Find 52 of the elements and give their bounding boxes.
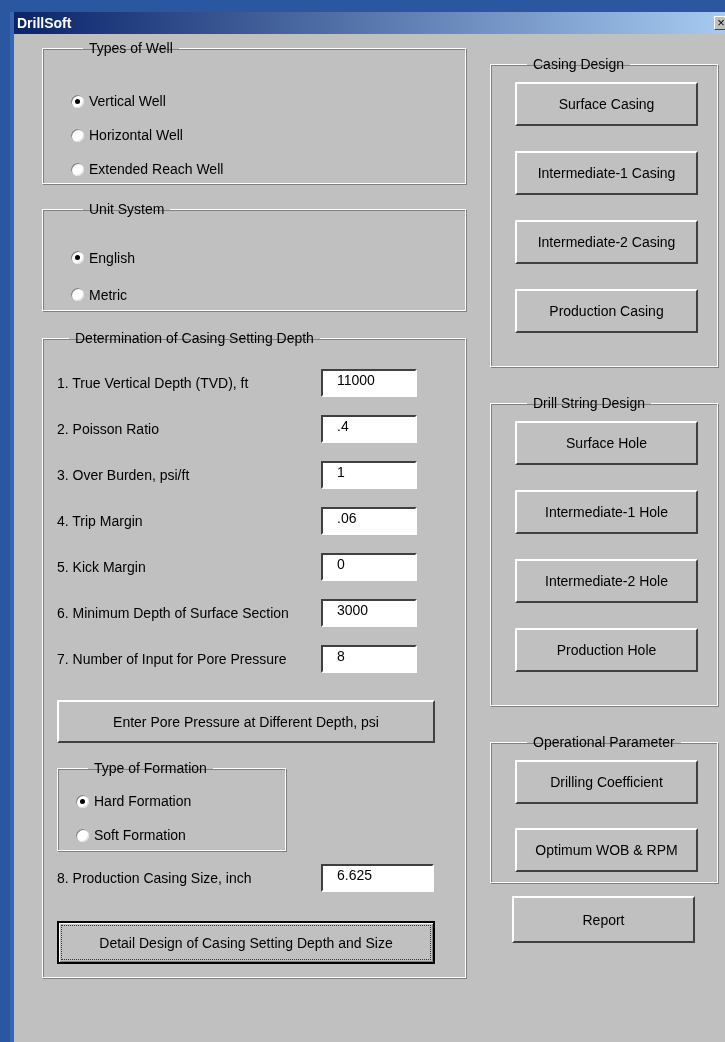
input-field[interactable]: 3000 bbox=[321, 599, 417, 627]
radio-label[interactable]: Vertical Well bbox=[89, 93, 166, 109]
group-title: Type of Formation bbox=[93, 760, 208, 776]
close-button[interactable]: × bbox=[714, 16, 725, 30]
radio-button[interactable] bbox=[76, 794, 89, 808]
radio-label[interactable]: Horizontal Well bbox=[89, 127, 183, 143]
input-field[interactable]: 8 bbox=[321, 645, 417, 673]
radio-label[interactable]: Metric bbox=[89, 286, 128, 303]
radio-button[interactable] bbox=[71, 128, 84, 142]
field-label: 1. True Vertical Depth (TVD), ft bbox=[57, 375, 250, 391]
field-label: 3. Over Burden, psi/ft bbox=[57, 467, 191, 483]
field-label: 8. Production Casing Size, inch bbox=[57, 870, 253, 886]
input-field[interactable]: 0 bbox=[321, 553, 417, 581]
group-title: Unit System bbox=[88, 201, 166, 217]
report-button[interactable]: Report bbox=[512, 896, 695, 943]
field-label: 4. Trip Margin bbox=[57, 513, 144, 529]
button[interactable]: Detail Design of Casing Setting Depth and Size bbox=[57, 921, 435, 964]
radio-label[interactable]: Extended Reach Well bbox=[89, 161, 224, 177]
field-label: 6. Minimum Depth of Surface Section bbox=[57, 605, 290, 621]
button[interactable]: Enter Pore Pressure at Different Depth, psi bbox=[57, 700, 435, 743]
radio-button[interactable] bbox=[71, 162, 84, 176]
button[interactable]: Intermediate-2 Casing bbox=[515, 220, 698, 264]
group-title: Drill String Design bbox=[532, 395, 647, 411]
input-field[interactable]: 1 bbox=[321, 461, 417, 489]
field-label: 7. Number of Input for Pore Pressure bbox=[57, 651, 288, 667]
window-title: DrillSoft bbox=[16, 15, 72, 31]
input-field[interactable]: .06 bbox=[321, 507, 417, 535]
button[interactable]: Intermediate-2 Hole bbox=[515, 559, 698, 603]
button[interactable]: Drilling Coefficient bbox=[515, 760, 698, 804]
button[interactable]: Production Hole bbox=[515, 628, 698, 672]
input-field[interactable]: .4 bbox=[321, 415, 417, 443]
input-field[interactable]: 6.625 bbox=[321, 864, 434, 892]
input-field[interactable]: 11000 bbox=[321, 369, 417, 397]
radio-button[interactable] bbox=[71, 288, 84, 301]
button[interactable]: Optimum WOB & RPM bbox=[515, 828, 698, 872]
radio-label[interactable]: Hard Formation bbox=[94, 793, 192, 809]
button[interactable]: Surface Hole bbox=[515, 421, 698, 465]
group-title: Types of Well bbox=[88, 40, 174, 56]
button[interactable]: Intermediate-1 Casing bbox=[515, 151, 698, 195]
group-title: Determination of Casing Setting Depth bbox=[74, 330, 315, 346]
group-title: Operational Parameter bbox=[532, 734, 676, 750]
field-label: 2. Poisson Ratio bbox=[57, 421, 160, 437]
button[interactable]: Production Casing bbox=[515, 289, 698, 333]
radio-button[interactable] bbox=[76, 828, 89, 842]
button[interactable]: Intermediate-1 Hole bbox=[515, 490, 698, 534]
radio-button[interactable] bbox=[71, 94, 84, 108]
group-title: Casing Design bbox=[532, 56, 626, 72]
button[interactable]: Surface Casing bbox=[515, 82, 698, 126]
radio-label[interactable]: English bbox=[89, 249, 135, 266]
radio-button[interactable] bbox=[71, 251, 84, 264]
radio-label[interactable]: Soft Formation bbox=[94, 827, 186, 843]
field-label: 5. Kick Margin bbox=[57, 559, 147, 575]
